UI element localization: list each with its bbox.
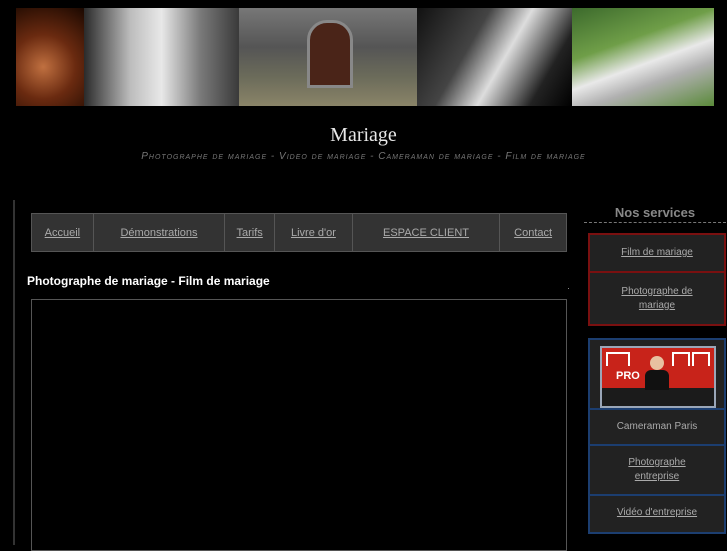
nav-demonstrations[interactable]: Démonstrations (94, 214, 226, 251)
service-film-mariage[interactable]: Film de mariage (590, 235, 724, 273)
pro-item-cell: Photographe entreprise (590, 444, 724, 494)
banner-photo-couple-bw (417, 8, 572, 106)
banner-photo-church (239, 8, 417, 106)
content-title: Photographe de mariage - Film de mariage (27, 274, 270, 288)
banner-photo-couple-garden (572, 8, 714, 106)
sidebar-title: Nos services (614, 205, 696, 220)
pro-person-body (645, 370, 669, 390)
pro-stripe (672, 352, 690, 366)
services-box: Film de mariage Photographe de mariage (588, 233, 726, 326)
left-divider (13, 200, 15, 545)
nav-accueil[interactable]: Accueil (32, 214, 94, 251)
pro-badge: PRO (616, 370, 640, 382)
church-door (307, 20, 353, 88)
service-photographe-mariage[interactable]: Photographe de mariage (590, 273, 724, 324)
pro-item-cell: Vidéo d'entreprise (590, 494, 724, 530)
stray-dot (568, 288, 569, 289)
banner-photo-guests (84, 8, 239, 106)
pro-cameraman-paris: Cameraman Paris (590, 408, 724, 444)
pro-banner-image[interactable]: PRO (600, 346, 716, 408)
pro-stripe (606, 352, 630, 366)
nav-livre-dor[interactable]: Livre d'or (275, 214, 353, 251)
header-photo-banner (16, 8, 714, 106)
nav-contact[interactable]: Contact (500, 214, 566, 251)
pro-stripe (692, 352, 710, 366)
pro-photographe-entreprise[interactable]: Photographe entreprise (622, 456, 692, 484)
pro-box: PRO Cameraman Paris Photographe entrepri… (588, 338, 726, 534)
sidebar-separator (584, 222, 726, 223)
banner-photo-shoes (16, 8, 84, 106)
pro-video-entreprise[interactable]: Vidéo d'entreprise (617, 506, 697, 520)
nav-tarifs[interactable]: Tarifs (225, 214, 276, 251)
site-subtitle: Photographe de mariage - Video de mariag… (141, 151, 586, 162)
content-frame (31, 299, 567, 551)
pro-couch (602, 388, 714, 406)
nav-espace-client[interactable]: ESPACE CLIENT (353, 214, 501, 251)
site-title: Mariage (330, 124, 397, 146)
main-nav: Accueil Démonstrations Tarifs Livre d'or… (31, 213, 567, 252)
pro-person-head (650, 356, 664, 370)
